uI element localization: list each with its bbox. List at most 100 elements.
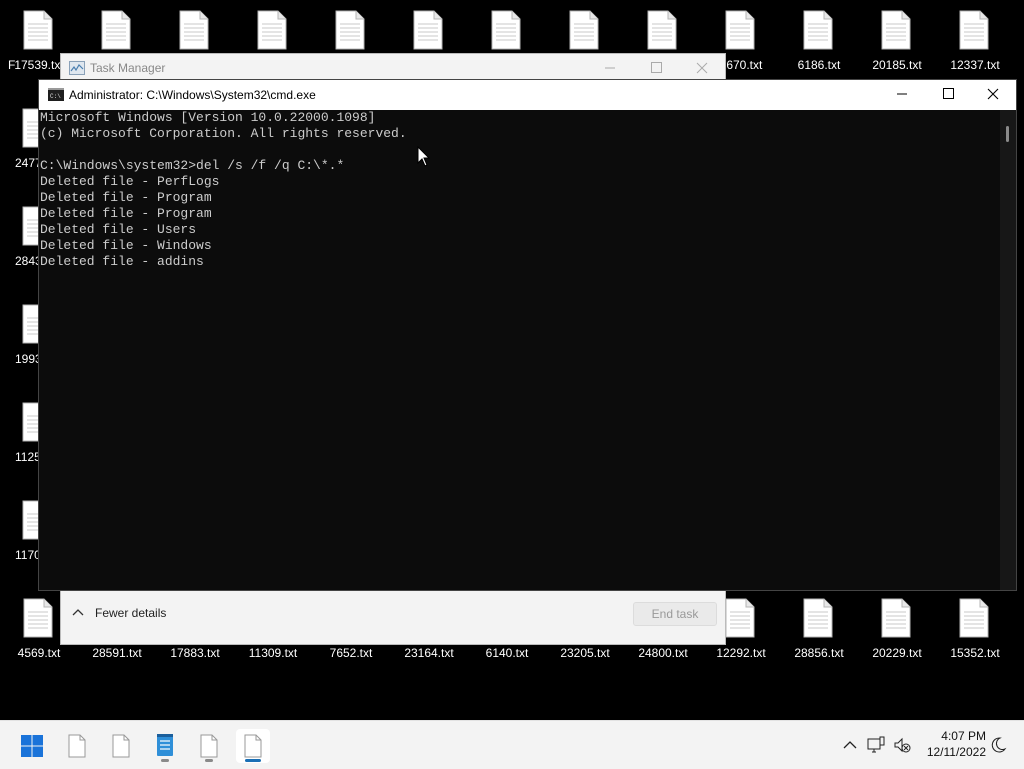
cmd-close-button[interactable] (970, 80, 1016, 110)
show-hidden-icons-button[interactable] (840, 735, 860, 755)
desktop-file-label: 15352.txt (950, 646, 1000, 660)
file-icon (200, 734, 218, 758)
desktop-file-icon[interactable]: 15352.txt (936, 598, 1014, 670)
desktop-file-label: 23164.txt (404, 646, 454, 660)
minimize-icon (605, 67, 615, 69)
text-file-icon (335, 10, 365, 50)
volume-muted-icon (894, 737, 911, 753)
text-file-icon (23, 598, 53, 638)
cmd-minimize-button[interactable] (879, 80, 925, 110)
windows-logo-icon (21, 735, 43, 757)
console-line: Deleted file - Program (40, 190, 212, 205)
text-file-icon (179, 10, 209, 50)
text-file-icon (959, 10, 989, 50)
taskbar-file-1[interactable] (60, 729, 94, 763)
desktop-file-icon[interactable]: 20229.txt (858, 598, 936, 670)
desktop-file-icon[interactable]: 28856.txt (780, 598, 858, 670)
desktop-file-label: 4569.txt (17, 646, 61, 660)
desktop-file-label: 28856.txt (794, 646, 844, 660)
network-icon (867, 736, 885, 753)
console-line: (c) Microsoft Corporation. All rights re… (40, 126, 407, 141)
text-file-icon (647, 10, 677, 50)
desktop-file-label: 1125 (15, 450, 41, 464)
minimize-icon (897, 93, 907, 95)
console-line: Deleted file - Users (40, 222, 197, 237)
console-line: C:\Windows\system32>del /s /f /q C:\*.* (40, 158, 345, 173)
scrollbar-thumb[interactable] (1006, 126, 1009, 142)
task-manager-title: Task Manager (90, 61, 166, 75)
desktop-file-label: 24800.txt (638, 646, 688, 660)
cmd-maximize-button[interactable] (925, 80, 971, 110)
console-line: Deleted file - PerfLogs (40, 174, 220, 189)
text-file-icon (101, 10, 131, 50)
task-manager-footer: Fewer details End task (61, 587, 725, 644)
text-file-icon (725, 598, 755, 638)
desktop-label-fragment: F (8, 58, 16, 72)
clock[interactable]: 4:07 PM 12/11/2022 (920, 728, 986, 760)
desktop-file-icon[interactable]: 12337.txt (936, 10, 1014, 82)
taskbar: 4:07 PM 12/11/2022 (0, 720, 1024, 769)
desktop-file-icon[interactable]: 6186.txt (780, 10, 858, 82)
maximize-icon (943, 88, 954, 99)
cmd-window[interactable]: C:\ Administrator: C:\Windows\System32\c… (38, 79, 1017, 591)
console-scrollbar[interactable] (1000, 110, 1016, 590)
console-line: Microsoft Windows [Version 10.0.22000.10… (40, 110, 376, 125)
desktop-file-label: 7652.txt (329, 646, 373, 660)
start-button[interactable] (15, 729, 49, 763)
text-file-icon (803, 10, 833, 50)
cmd-title-bar[interactable]: C:\ Administrator: C:\Windows\System32\c… (39, 80, 1016, 110)
maximize-icon (651, 62, 662, 73)
fewer-details-label: Fewer details (95, 606, 167, 620)
cmd-title: Administrator: C:\Windows\System32\cmd.e… (69, 88, 316, 102)
desktop-file-icon[interactable]: 20185.txt (858, 10, 936, 82)
svg-text:C:\: C:\ (50, 93, 61, 100)
cmd-icon: C:\ (48, 88, 64, 101)
desktop-file-label: 20229.txt (872, 646, 922, 660)
text-file-icon (257, 10, 287, 50)
text-file-icon (725, 10, 755, 50)
end-task-button[interactable]: End task (633, 602, 717, 626)
taskbar-file-2[interactable] (104, 729, 138, 763)
console-line: Deleted file - addins (40, 254, 204, 269)
task-manager-maximize-button[interactable] (633, 54, 679, 82)
file-icon (244, 734, 262, 758)
task-manager-close-button[interactable] (679, 54, 725, 82)
clock-date: 12/11/2022 (926, 745, 986, 759)
network-status-button[interactable] (866, 735, 886, 755)
text-file-icon (881, 598, 911, 638)
desktop-file-label: 12337.txt (950, 58, 1000, 72)
close-icon (987, 88, 999, 100)
moon-icon (991, 737, 1007, 753)
text-file-icon (569, 10, 599, 50)
notepad-icon (157, 734, 173, 756)
fewer-details-button[interactable]: Fewer details (71, 602, 166, 624)
desktop-file-label: 1170 (15, 548, 41, 562)
taskbar-file-active[interactable] (236, 729, 270, 763)
taskbar-notepad[interactable] (148, 729, 182, 763)
text-file-icon (959, 598, 989, 638)
desktop-file-label: 12292.txt (716, 646, 766, 660)
desktop-file-label: 17883.txt (170, 646, 220, 660)
text-file-icon (491, 10, 521, 50)
clock-time: 4:07 PM (941, 729, 986, 743)
desktop-file-label: 11309.txt (248, 646, 298, 660)
desktop-file-label: 28591.txt (92, 646, 142, 660)
file-icon (68, 734, 86, 758)
task-manager-title-bar[interactable]: Task Manager (61, 54, 725, 82)
task-manager-minimize-button[interactable] (587, 54, 633, 82)
running-indicator (205, 759, 213, 762)
mouse-pointer-icon (417, 146, 431, 167)
console-line: Deleted file - Windows (40, 238, 212, 253)
text-file-icon (23, 10, 53, 50)
notifications-button[interactable] (988, 735, 1008, 755)
volume-button[interactable] (892, 735, 912, 755)
text-file-icon (413, 10, 443, 50)
taskbar-file-3[interactable] (192, 729, 226, 763)
console-line: Deleted file - Program (40, 206, 212, 221)
active-indicator (245, 759, 261, 762)
text-file-icon (881, 10, 911, 50)
console-output[interactable]: Microsoft Windows [Version 10.0.22000.10… (40, 110, 1000, 590)
desktop-file-label: 6140.txt (485, 646, 529, 660)
desktop-file-label: 23205.txt (560, 646, 610, 660)
